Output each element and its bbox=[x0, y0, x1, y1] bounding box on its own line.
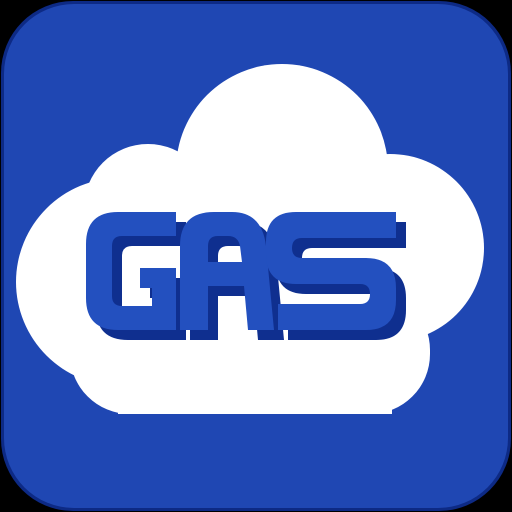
app-icon[interactable] bbox=[0, 0, 512, 512]
app-icon-svg bbox=[1, 1, 511, 511]
